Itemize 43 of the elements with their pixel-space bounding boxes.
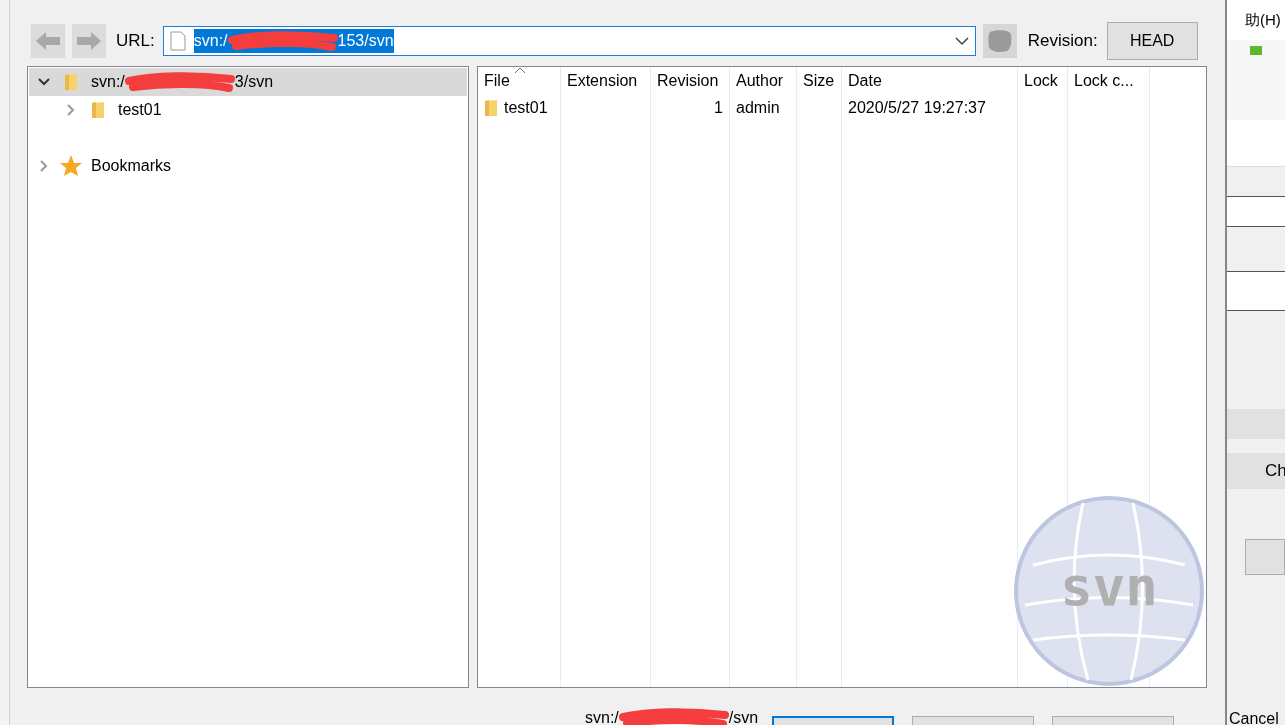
left-arrow-icon [35, 31, 61, 51]
file-icon [169, 31, 186, 51]
blob-icon [986, 29, 1013, 53]
footer-url: /svn [728, 708, 759, 725]
table-cell-text: 1 [713, 98, 724, 118]
right-arrow-icon [76, 31, 102, 51]
revision-label: Revision: [1027, 30, 1098, 53]
star-icon [59, 154, 83, 178]
tree-item[interactable]: svn:/ 3/svn [29, 68, 467, 96]
background-button[interactable] [1245, 539, 1285, 575]
footer-url: svn:/ [585, 708, 619, 725]
toolbar-icon[interactable] [1249, 43, 1263, 57]
table-cell: test01 [478, 95, 560, 121]
column-header[interactable]: Revision [651, 67, 729, 95]
column-header[interactable]: Lock [1018, 67, 1067, 95]
background-field [1227, 197, 1285, 227]
url-text: svn:/ [193, 31, 228, 51]
column-header[interactable]: Lock c... [1068, 67, 1149, 95]
table-cell-text: admin [735, 98, 781, 118]
url-text: 153/svn [337, 31, 394, 51]
tree-label: 3/svn [234, 72, 274, 92]
column-header[interactable]: Date [842, 67, 1017, 95]
background-field [1227, 272, 1285, 311]
folder-icon [64, 73, 78, 91]
tree-item[interactable]: test01 [29, 96, 467, 124]
tree-item[interactable]: Bookmarks [29, 152, 467, 180]
tree-label: test01 [118, 100, 162, 120]
folder-icon [484, 99, 498, 117]
tree-label: Bookmarks [91, 156, 172, 176]
column-header[interactable]: Author [730, 67, 796, 95]
column-header[interactable]: File [478, 67, 560, 95]
url-field[interactable]: svn:/ 153/svn [162, 26, 976, 56]
repository-button[interactable] [982, 24, 1017, 58]
svn-globe-logo: svn [1013, 495, 1205, 687]
folder-icon [91, 101, 105, 119]
tree-label: svn:/ [91, 72, 125, 92]
cancel-button[interactable]: Cancel [1227, 709, 1285, 725]
column-header[interactable]: Extension [561, 67, 650, 95]
url-label: URL: [116, 30, 155, 53]
head-button[interactable]: HEAD [1106, 22, 1198, 60]
table-cell-text: 2020/5/27 19:27:37 [847, 98, 987, 118]
background-row [1227, 409, 1285, 439]
column-header[interactable]: Size [797, 67, 841, 95]
